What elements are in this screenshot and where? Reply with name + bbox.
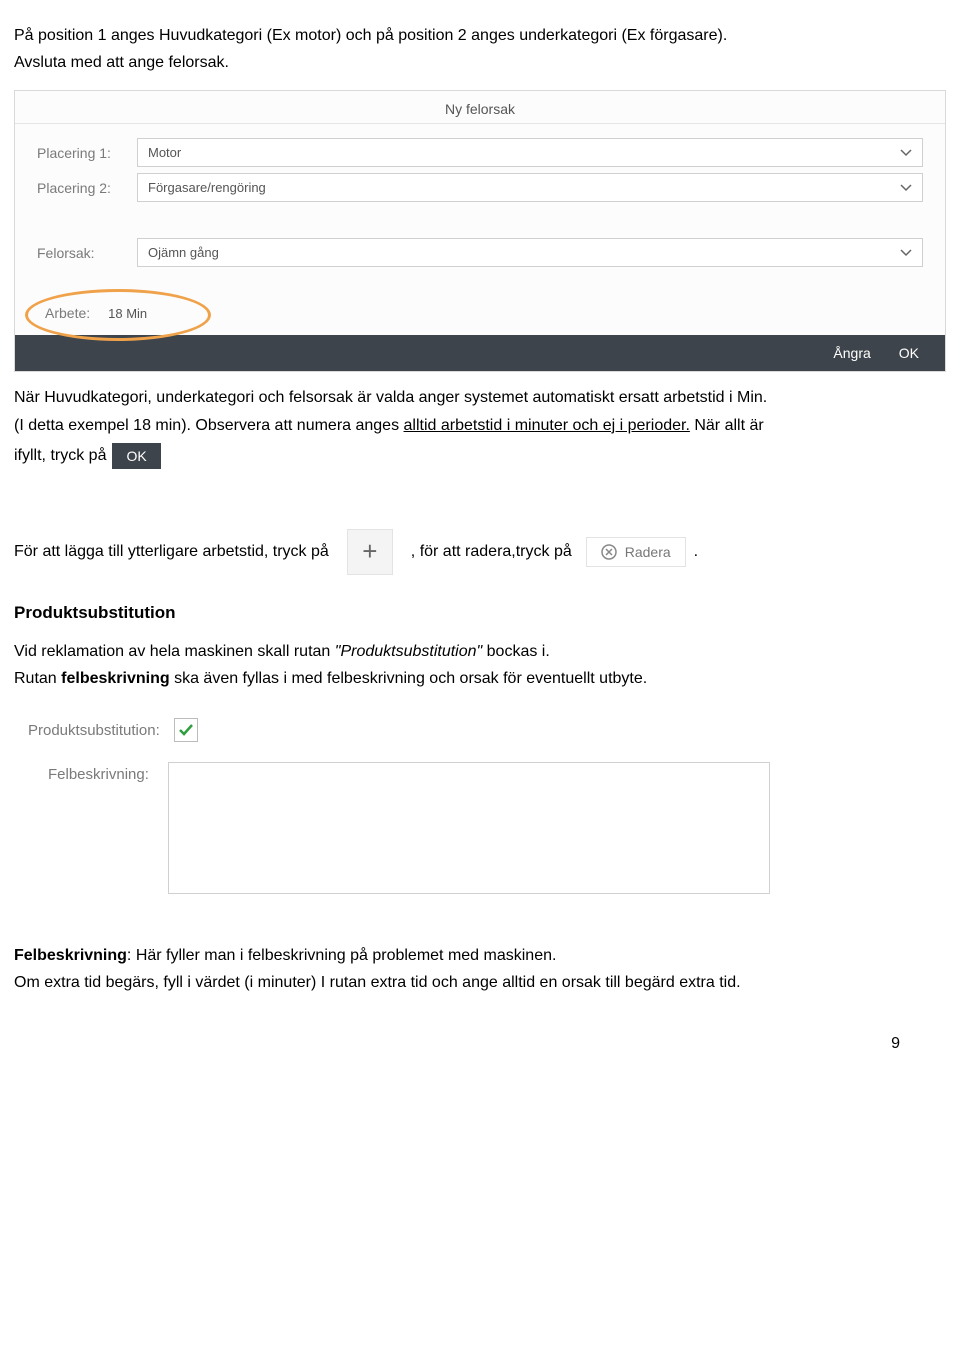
ps-checkbox-row: Produktsubstitution: — [28, 718, 940, 742]
plus-icon: + — [362, 536, 377, 567]
plus-button[interactable]: + — [347, 529, 393, 575]
placering2-value: Förgasare/rengöring — [148, 180, 266, 195]
felbeskrivning-row: Felbeskrivning: — [48, 762, 940, 894]
sentence-b-prefix: (I detta exempel 18 min). Observera att … — [14, 417, 404, 434]
sentence-b-suffix: När allt är — [690, 417, 764, 434]
check-icon — [178, 722, 194, 738]
chevron-down-icon — [900, 182, 912, 194]
dialog-title: Ny felorsak — [15, 91, 945, 123]
felorsak-label: Felorsak: — [37, 245, 137, 261]
close-circle-icon — [601, 544, 617, 560]
arbete-value: 18 Min — [108, 306, 147, 321]
chevron-down-icon — [900, 147, 912, 159]
add-line-period: . — [694, 543, 698, 561]
add-line-part2: , för att radera,tryck på — [411, 543, 572, 561]
ps-p1-a: Vid reklamation av hela maskinen skall r… — [14, 643, 335, 660]
felorsak-row: Felorsak: Ojämn gång — [37, 238, 923, 267]
add-delete-line: För att lägga till ytterligare arbetstid… — [14, 529, 946, 575]
placering2-row: Placering 2: Förgasare/rengöring — [37, 173, 923, 202]
add-line-part1: För att lägga till ytterligare arbetstid… — [14, 543, 329, 561]
ps-p2-bold: felbeskrivning — [61, 670, 169, 687]
arbete-row: Arbete: 18 Min — [37, 301, 923, 325]
after-sentence-a: När Huvudkategori, underkategori och fel… — [14, 386, 946, 409]
ifyllt-prefix: ifyllt, tryck på — [14, 447, 106, 465]
ps-p2-a: Rutan — [14, 670, 61, 687]
after-sentence-b: (I detta exempel 18 min). Observera att … — [14, 414, 946, 437]
radera-label: Radera — [625, 544, 671, 560]
ok-chip[interactable]: OK — [112, 443, 160, 469]
placering1-value: Motor — [148, 145, 181, 160]
ps-p1-quote: "Produktsubstitution" — [335, 643, 482, 660]
placering2-select[interactable]: Förgasare/rengöring — [137, 173, 923, 202]
ps-form-block: Produktsubstitution: Felbeskrivning: — [14, 718, 946, 894]
produktsubstitution-checkbox[interactable] — [174, 718, 198, 742]
felbeskrivning-textarea[interactable] — [168, 762, 770, 894]
felorsak-value: Ojämn gång — [148, 245, 219, 260]
chevron-down-icon — [900, 247, 912, 259]
produktsubstitution-p2: Rutan felbeskrivning ska även fyllas i m… — [14, 667, 946, 690]
ps-p1-b: bockas i. — [482, 643, 550, 660]
produktsubstitution-heading: Produktsubstitution — [14, 603, 946, 623]
angra-button[interactable]: Ångra — [833, 345, 870, 361]
placering1-row: Placering 1: Motor — [37, 138, 923, 167]
intro-line-2: Avsluta med att ange felorsak. — [14, 51, 946, 74]
ny-felorsak-dialog: Ny felorsak Placering 1: Motor Placering… — [14, 90, 946, 372]
ifyllt-line: ifyllt, tryck på OK — [14, 443, 946, 469]
page-number: 9 — [0, 1009, 960, 1063]
ps-checkbox-label: Produktsubstitution: — [28, 722, 160, 739]
placering1-label: Placering 1: — [37, 145, 137, 161]
arbete-label: Arbete: — [45, 305, 90, 321]
placering2-label: Placering 2: — [37, 180, 137, 196]
produktsubstitution-p1: Vid reklamation av hela maskinen skall r… — [14, 640, 946, 663]
placering1-select[interactable]: Motor — [137, 138, 923, 167]
closing-fb-text: : Här fyller man i felbeskrivning på pro… — [127, 947, 557, 964]
radera-button[interactable]: Radera — [586, 537, 686, 567]
divider — [15, 123, 945, 124]
ok-button[interactable]: OK — [899, 345, 919, 361]
closing-fb-line: Felbeskrivning: Här fyller man i felbesk… — [14, 944, 946, 967]
dialog-footer: Ångra OK — [15, 335, 945, 371]
ps-p2-b: ska även fyllas i med felbeskrivning och… — [170, 670, 648, 687]
felbeskrivning-label: Felbeskrivning: — [48, 762, 158, 783]
closing-extra-line: Om extra tid begärs, fyll i värdet (i mi… — [14, 971, 946, 994]
sentence-b-underline: alltid arbetstid i minuter och ej i peri… — [404, 417, 690, 434]
closing-fb-heading: Felbeskrivning — [14, 947, 127, 964]
felorsak-select[interactable]: Ojämn gång — [137, 238, 923, 267]
intro-line-1: På position 1 anges Huvudkategori (Ex mo… — [14, 24, 946, 47]
